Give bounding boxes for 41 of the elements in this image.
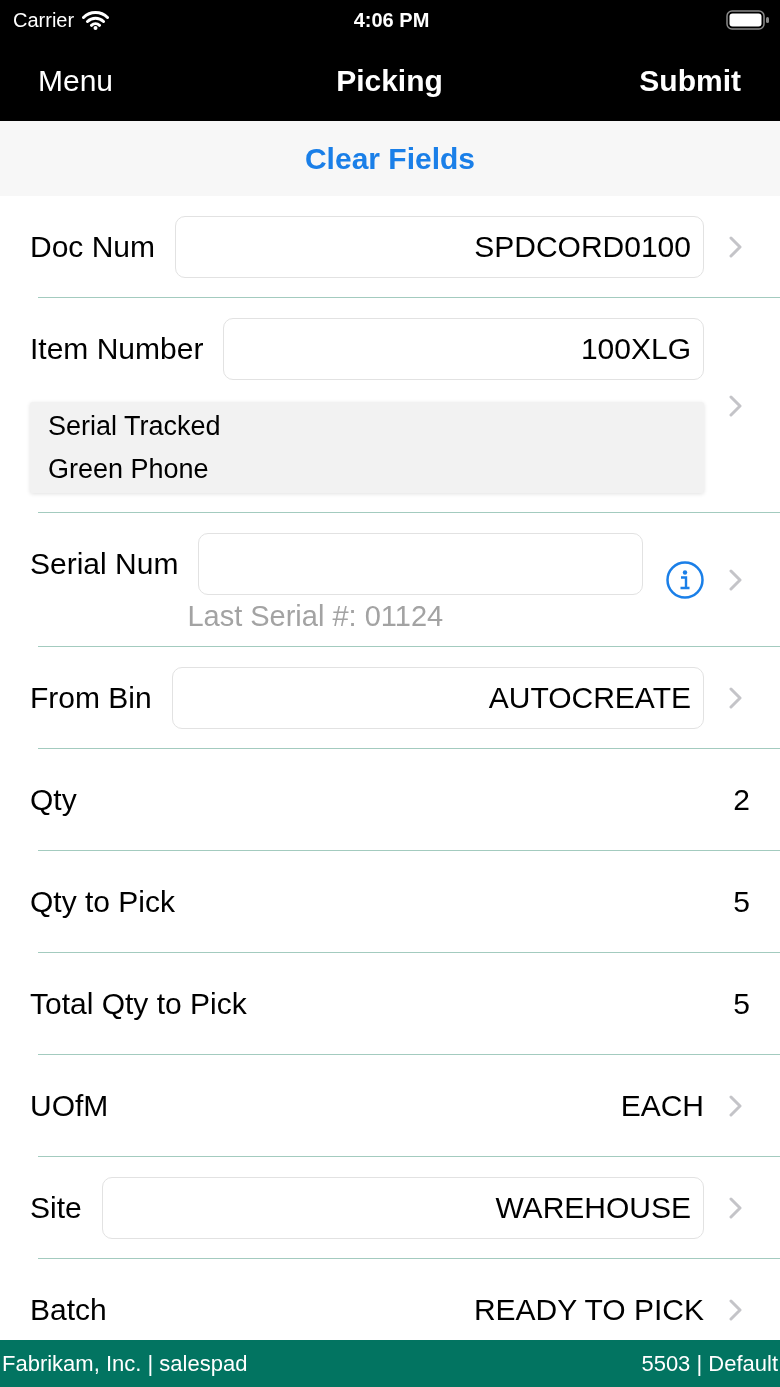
field-label: Qty to Pick bbox=[30, 885, 176, 919]
menu-button[interactable]: Menu bbox=[38, 63, 114, 98]
input-field[interactable]: AUTOCREATE bbox=[171, 667, 704, 729]
chevron-icon[interactable] bbox=[729, 687, 742, 709]
company-user-text: Fabrikam, Inc. | salespad bbox=[2, 1350, 248, 1377]
value-text: READY TO PICK bbox=[473, 1293, 704, 1327]
screen-title: Picking bbox=[336, 63, 443, 98]
wifi-icon bbox=[82, 10, 110, 30]
chevron-icon[interactable] bbox=[729, 1197, 742, 1219]
chevron-icon[interactable] bbox=[729, 1299, 742, 1321]
field-label: Batch bbox=[30, 1293, 107, 1327]
chevron-icon[interactable] bbox=[729, 1095, 742, 1117]
input-field[interactable]: WAREHOUSE bbox=[101, 1177, 704, 1239]
carrier-name: Carrier bbox=[13, 8, 75, 32]
field-label: UOfM bbox=[30, 1089, 109, 1123]
clear-fields-button[interactable]: Clear Fields bbox=[304, 141, 476, 176]
item-detail-text: Green Phone bbox=[48, 453, 209, 486]
field-label: Site bbox=[30, 1191, 82, 1225]
session-info-text: 5503 | Default bbox=[641, 1350, 778, 1377]
value-text: 2 bbox=[733, 783, 750, 817]
field-label: From Bin bbox=[30, 681, 152, 715]
field-label: Serial Num bbox=[30, 547, 179, 581]
item-detail-text: Serial Tracked bbox=[48, 410, 221, 443]
chevron-icon[interactable] bbox=[729, 394, 742, 417]
field-label: Doc Num bbox=[30, 230, 156, 264]
chevron-icon[interactable] bbox=[729, 236, 742, 258]
field-label: Qty bbox=[30, 783, 77, 817]
value-text: 5 bbox=[733, 885, 750, 919]
input-field[interactable] bbox=[198, 533, 643, 595]
value-text: EACH bbox=[620, 1089, 704, 1123]
field-label: Total Qty to Pick bbox=[30, 987, 247, 1021]
value-text: 5 bbox=[733, 987, 750, 1021]
input-field[interactable]: 100XLG bbox=[223, 318, 704, 380]
status-time: 4:06 PM bbox=[353, 8, 430, 32]
info-icon[interactable] bbox=[666, 561, 704, 599]
field-label: Item Number bbox=[30, 332, 204, 366]
input-field[interactable]: SPDCORD0100 bbox=[175, 216, 704, 278]
chevron-icon[interactable] bbox=[729, 569, 742, 591]
hint-text: Last Serial #: 01124 bbox=[187, 599, 444, 633]
submit-button[interactable]: Submit bbox=[639, 63, 741, 98]
battery-icon bbox=[726, 10, 770, 30]
